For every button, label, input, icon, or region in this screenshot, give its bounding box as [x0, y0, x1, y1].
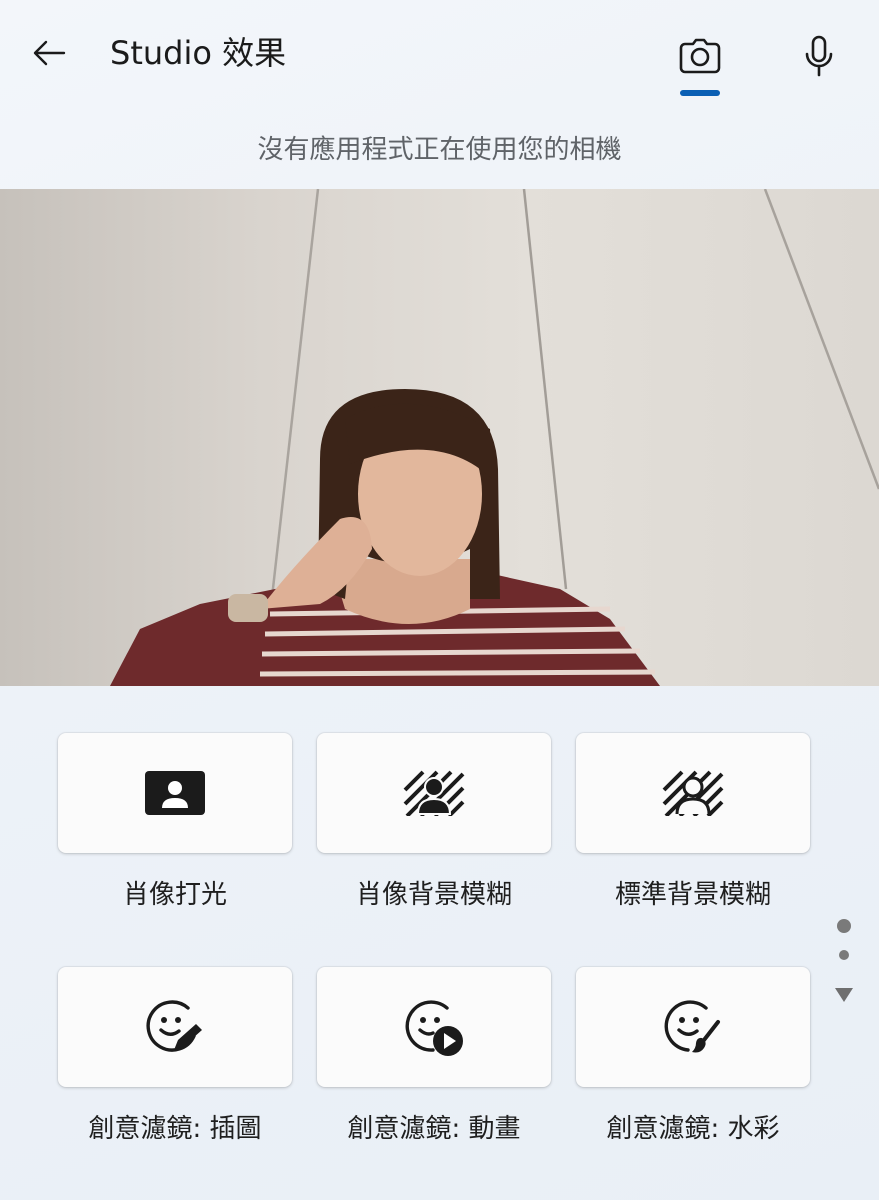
filter-illustrated-icon: [146, 1000, 202, 1052]
page-dot[interactable]: [839, 950, 849, 960]
effect-portrait-blur[interactable]: [317, 733, 551, 853]
effect-label: 肖像打光: [122, 880, 227, 910]
effect-label: 創意濾鏡: 插圖: [88, 1114, 262, 1144]
effect-filter-illustrated[interactable]: [58, 967, 292, 1087]
tab-camera[interactable]: [670, 26, 730, 86]
effect-label: 標準背景模糊: [614, 880, 771, 910]
portrait-light-icon: [145, 771, 205, 815]
tab-microphone[interactable]: [789, 26, 849, 86]
camera-preview: [0, 189, 879, 686]
effect-label: 肖像背景模糊: [355, 880, 512, 910]
page-title: Studio 效果: [110, 34, 287, 72]
effect-filter-animated[interactable]: [317, 967, 551, 1087]
effect-filter-watercolor[interactable]: [576, 967, 810, 1087]
effect-standard-blur[interactable]: [576, 733, 810, 853]
page-indicator: [828, 915, 860, 1015]
header-bar: Studio 效果: [0, 0, 879, 110]
camera-icon: [679, 38, 721, 74]
microphone-icon: [805, 35, 833, 77]
filter-watercolor-icon: [664, 1000, 720, 1053]
back-button[interactable]: [26, 30, 72, 76]
page-down-icon[interactable]: [834, 987, 854, 1003]
effect-label: 創意濾鏡: 動畫: [347, 1114, 521, 1144]
filter-animated-icon: [405, 1000, 463, 1056]
back-arrow-icon: [33, 40, 66, 66]
tab-selected-indicator: [680, 90, 720, 96]
effect-label: 創意濾鏡: 水彩: [606, 1114, 780, 1144]
page-dot-current[interactable]: [837, 919, 851, 933]
effect-portrait-light[interactable]: [58, 733, 292, 853]
camera-status-text: 沒有應用程式正在使用您的相機: [257, 135, 622, 165]
standard-blur-icon: [662, 770, 724, 816]
portrait-blur-icon: [403, 770, 465, 816]
